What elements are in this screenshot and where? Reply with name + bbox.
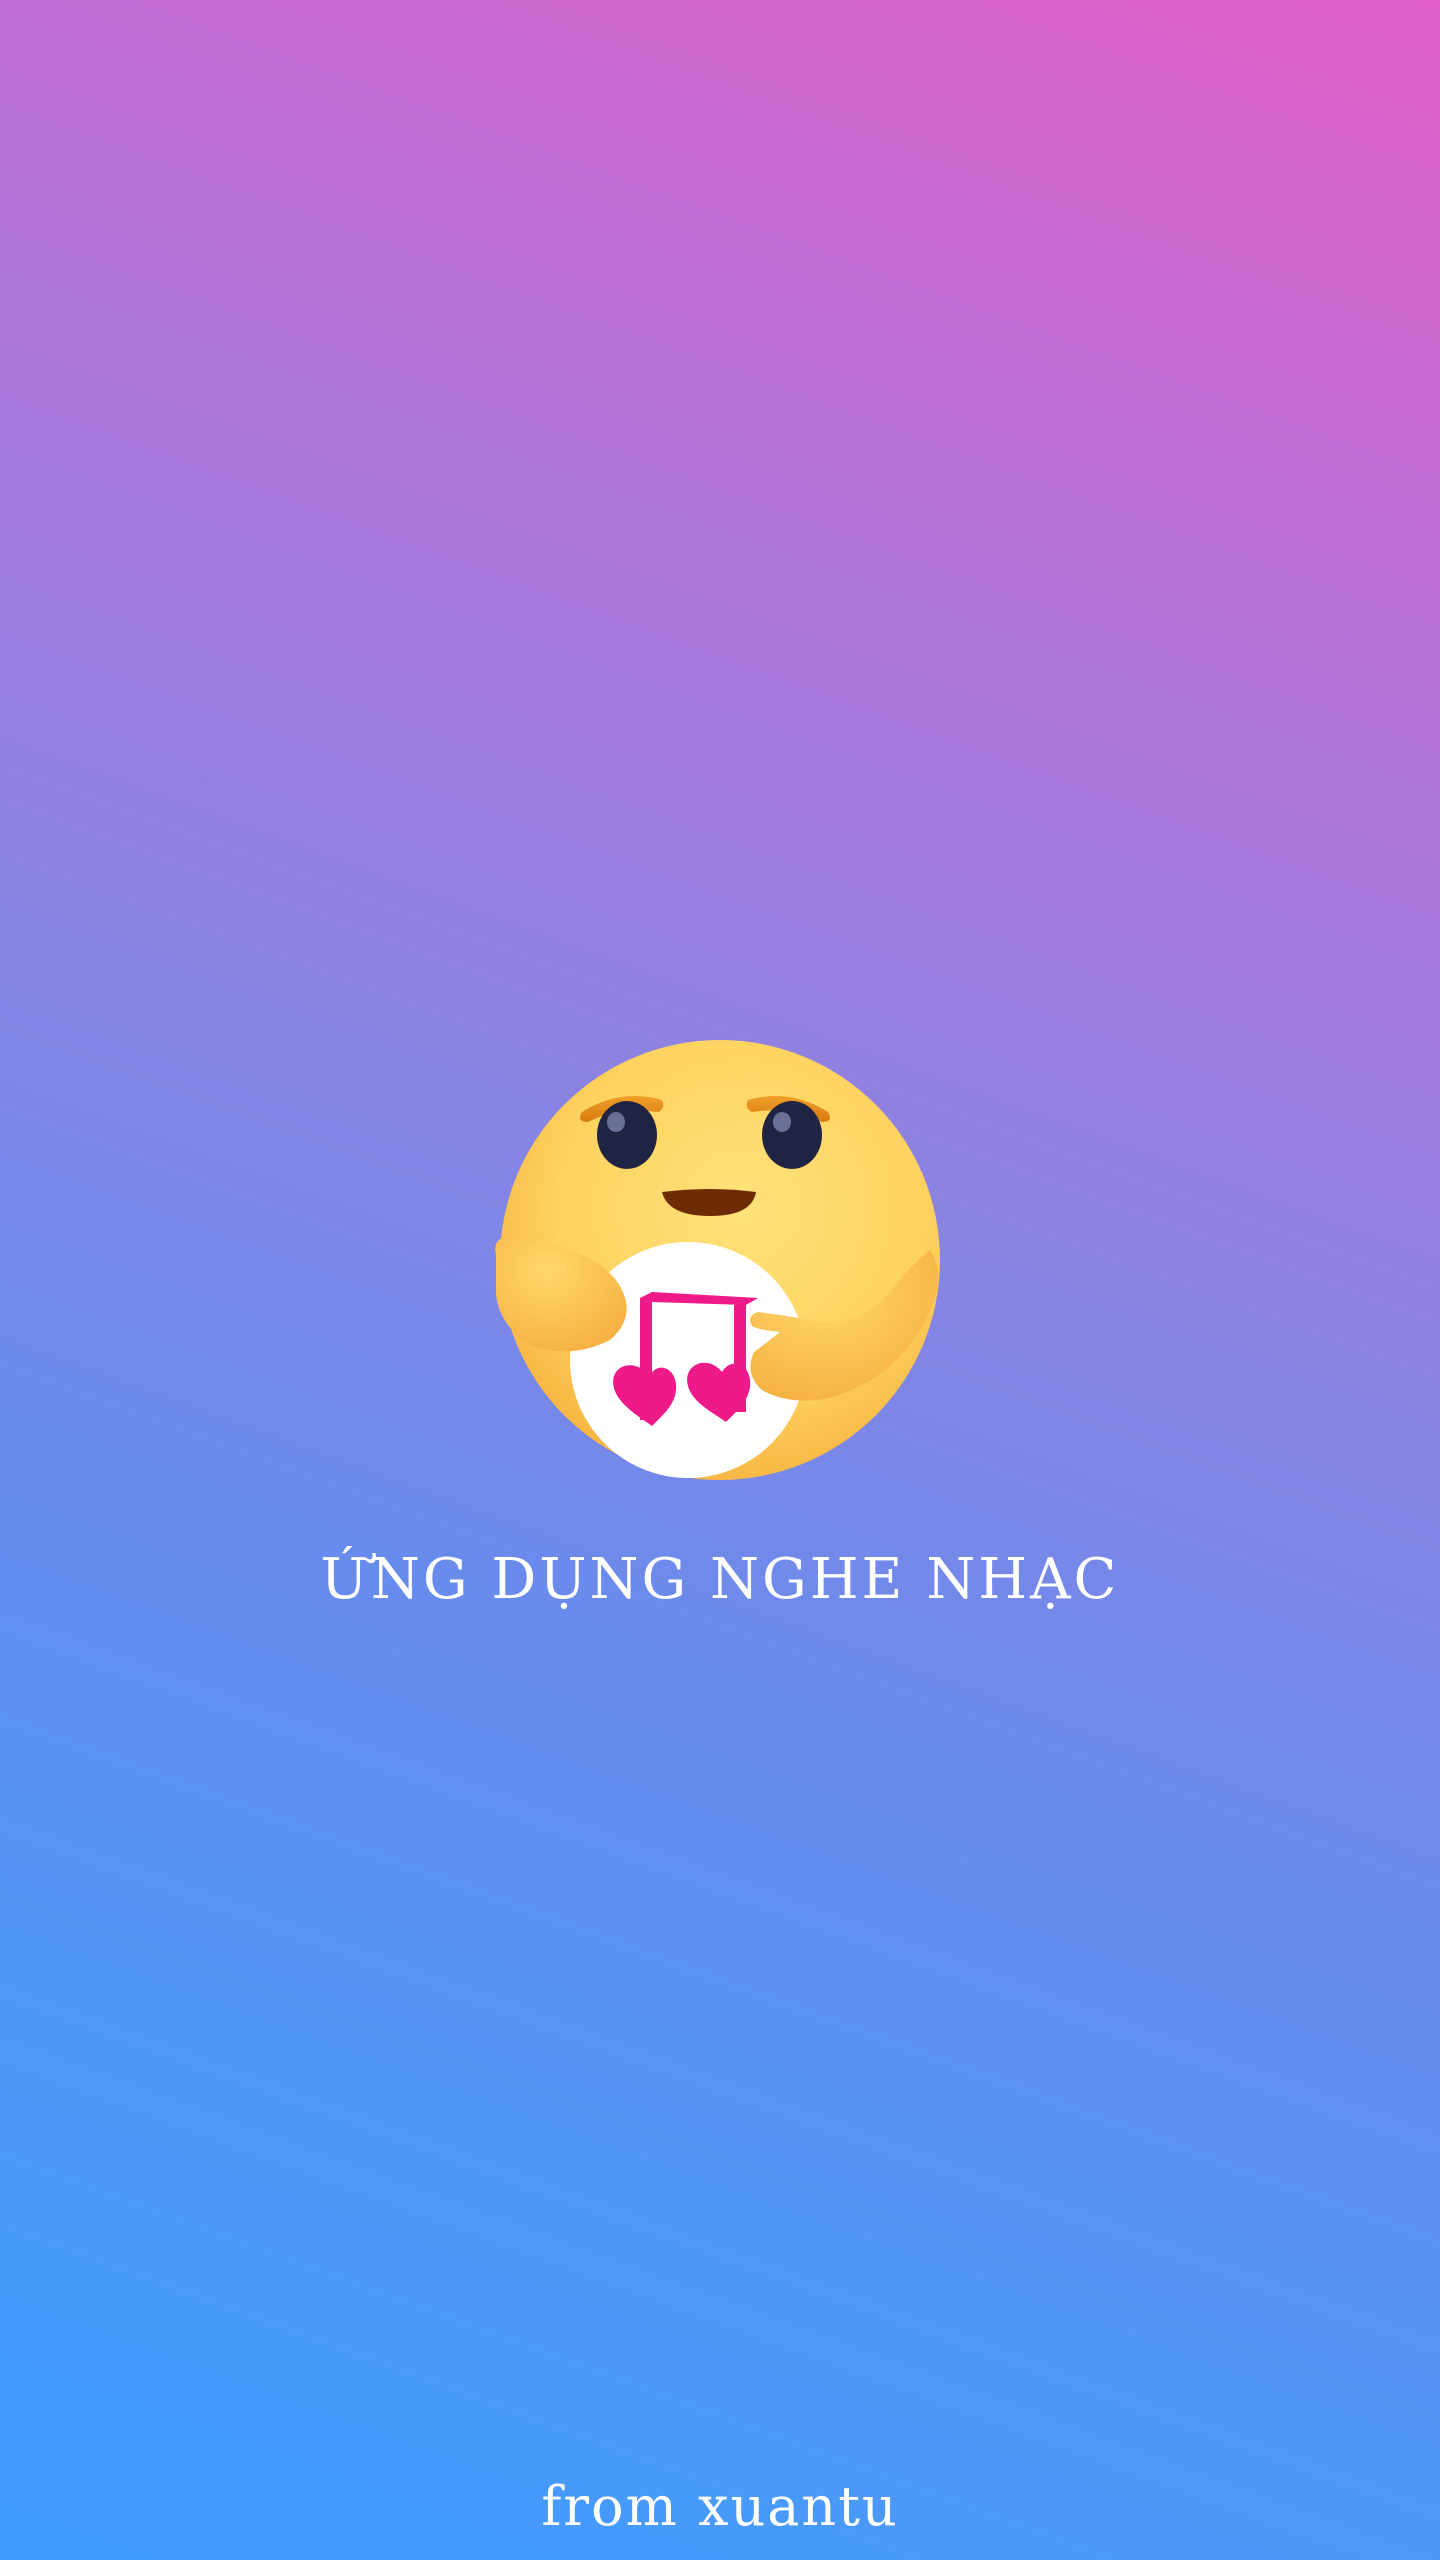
footer-credit: from xuantu: [541, 2475, 899, 2538]
app-logo: [490, 1030, 950, 1490]
care-emoji-icon: [495, 1040, 940, 1480]
left-eye: [597, 1101, 657, 1169]
splash-screen: ỨNG DỤNG NGHE NHẠC from xuantu: [0, 0, 1440, 2560]
right-eye: [762, 1101, 822, 1169]
app-title: ỨNG DỤNG NGHE NHẠC: [320, 1547, 1120, 1612]
